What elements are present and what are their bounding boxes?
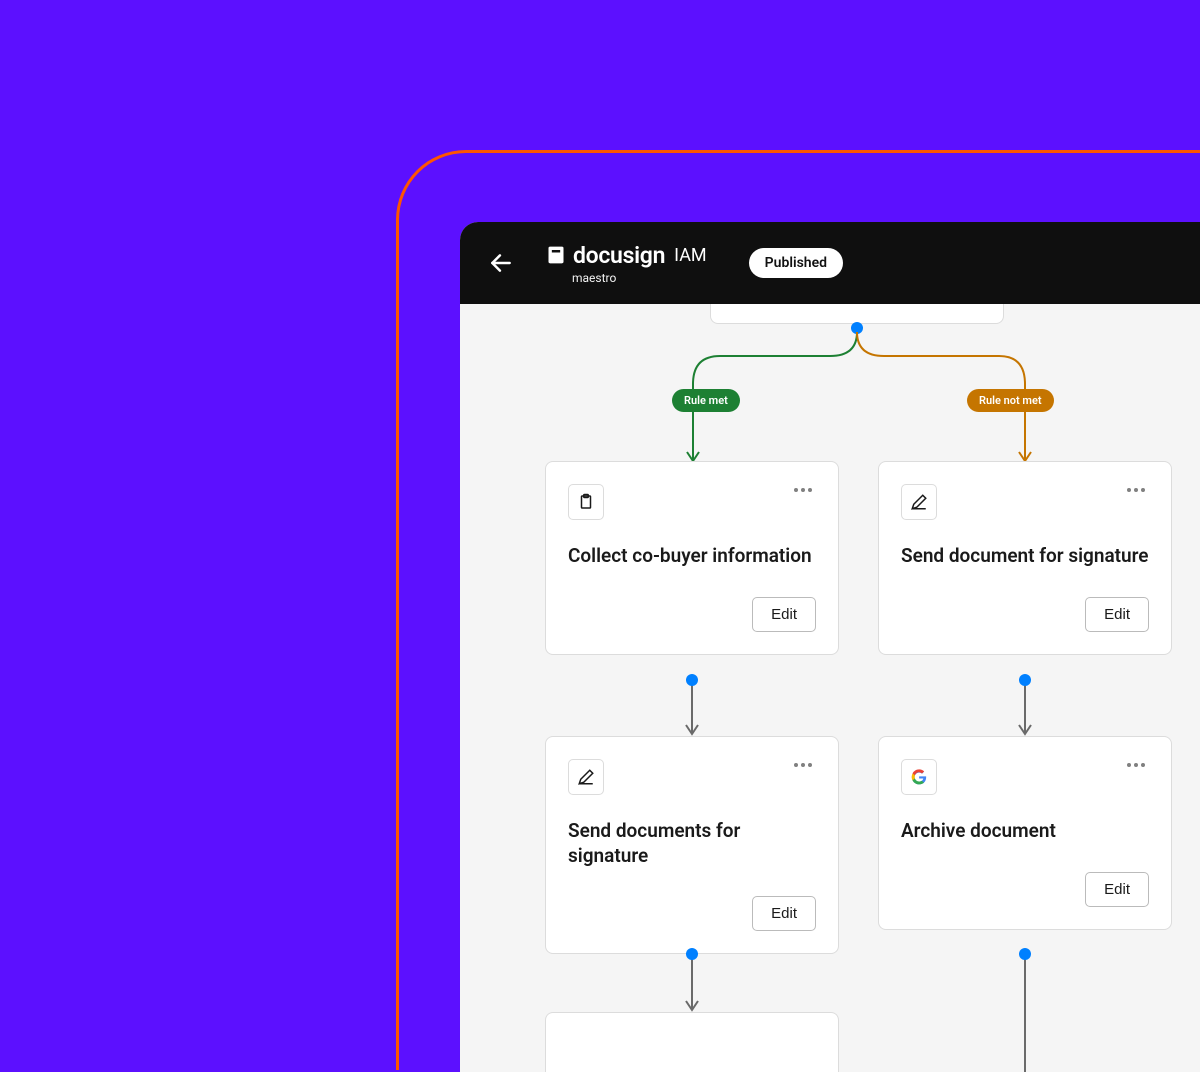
flow-connectors [460,304,1200,1072]
app-window: docusign IAM maestro Published [460,222,1200,1072]
clipboard-icon [568,484,604,520]
branch-origin-dot [851,322,863,334]
brand-logo: docusign IAM maestro [546,242,707,285]
connector-dot [1019,674,1031,686]
more-menu-button[interactable] [790,484,816,496]
more-menu-button[interactable] [1123,759,1149,771]
node-title: Archive document [901,819,1149,844]
node-title: Collect co-buyer information [568,544,816,569]
product-name: IAM [674,245,707,266]
google-icon [901,759,937,795]
node-title: Send document for signature [901,544,1149,569]
connector-dot [1019,948,1031,960]
workflow-canvas[interactable]: Rule met Rule not met Collect co-buyer i… [460,304,1200,1072]
workflow-node-send-signature[interactable]: Send document for signature Edit [878,461,1172,655]
rule-met-label: Rule met [672,389,740,412]
product-subtitle: maestro [572,271,707,285]
edit-button[interactable]: Edit [752,597,816,632]
more-menu-button[interactable] [1123,484,1149,496]
connector-dot [686,674,698,686]
status-badge: Published [749,248,843,278]
node-title: Send documents for signature [568,819,816,868]
workflow-node-send-documents[interactable]: Send documents for signature Edit [545,736,839,954]
edit-button[interactable]: Edit [1085,597,1149,632]
pen-icon [568,759,604,795]
edit-button[interactable]: Edit [752,896,816,931]
pen-icon [901,484,937,520]
arrow-left-icon [488,250,514,276]
rule-not-met-label: Rule not met [967,389,1054,412]
workflow-node-collect-info[interactable]: Collect co-buyer information Edit [545,461,839,655]
workflow-node-partial-bottom [545,1012,839,1072]
app-header: docusign IAM maestro Published [460,222,1200,304]
workflow-node-archive[interactable]: Archive document Edit [878,736,1172,930]
connector-dot [686,948,698,960]
edit-button[interactable]: Edit [1085,872,1149,907]
brand-name: docusign [573,242,665,269]
workflow-node-partial-top [710,304,1004,324]
docusign-logo-icon [546,245,566,265]
back-button[interactable] [488,250,514,276]
more-menu-button[interactable] [790,759,816,771]
